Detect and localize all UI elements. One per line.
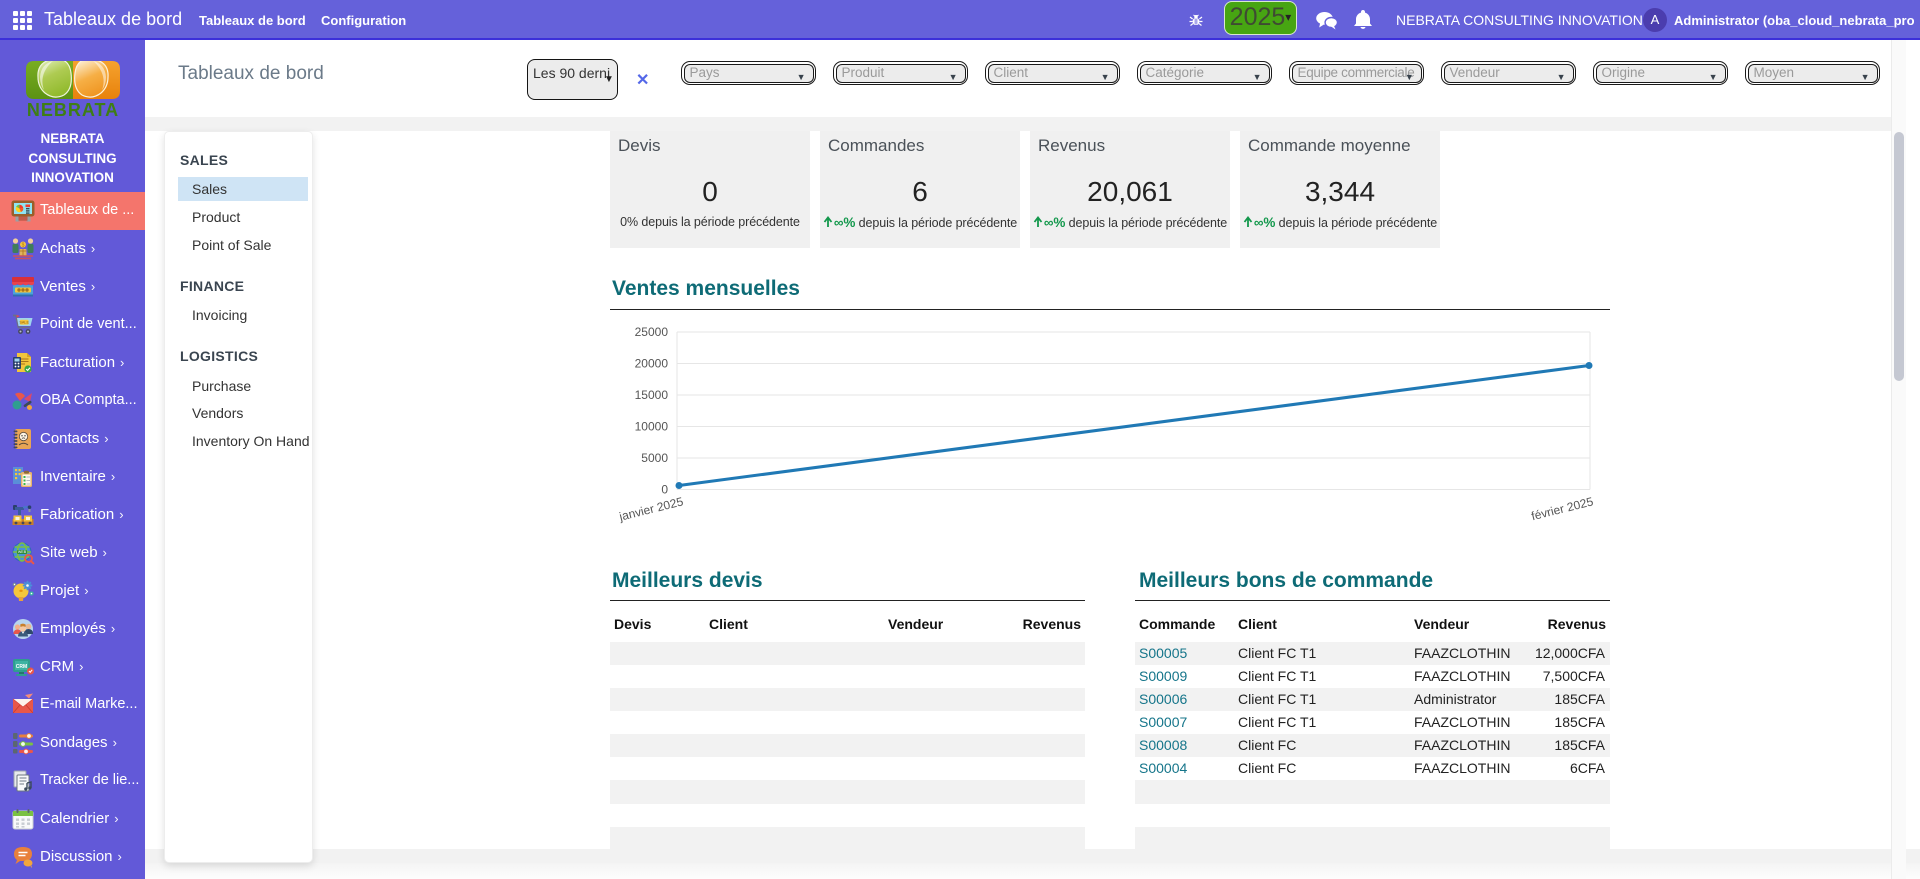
svg-text:25000: 25000 — [635, 325, 669, 339]
svg-text:janvier 2025: janvier 2025 — [617, 494, 685, 524]
svg-text:CRM: CRM — [16, 664, 27, 670]
svg-text:$: $ — [22, 243, 25, 249]
svg-text:NEBRATA: NEBRATA — [27, 100, 119, 118]
svg-text:0: 0 — [661, 483, 668, 497]
svg-text:10000: 10000 — [635, 420, 669, 434]
svg-text:20000: 20000 — [635, 357, 669, 371]
svg-text:WEB: WEB — [18, 550, 27, 554]
svg-text:5000: 5000 — [641, 451, 668, 465]
svg-text:février 2025: février 2025 — [1530, 494, 1595, 523]
svg-text:15000: 15000 — [635, 388, 669, 402]
svg-text:SALE: SALE — [19, 321, 29, 325]
